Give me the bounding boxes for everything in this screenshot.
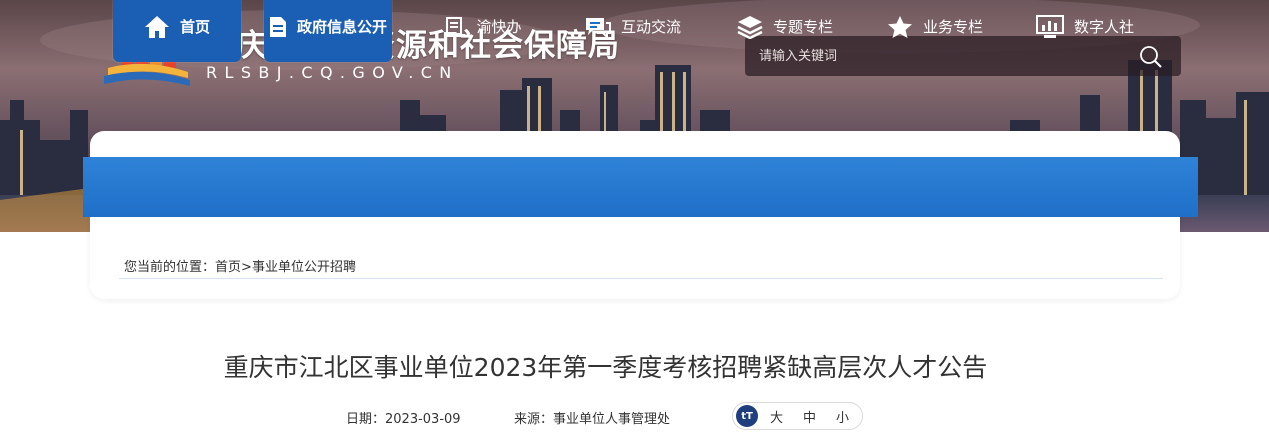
nav-item-interaction[interactable]: 互动交流 bbox=[568, 0, 698, 62]
source-label: 来源： bbox=[514, 412, 554, 427]
site-domain: RLSBJ.CQ.GOV.CN bbox=[206, 63, 459, 82]
breadcrumb-current-link[interactable]: 事业单位公开招聘 bbox=[252, 260, 356, 275]
nav-item-business[interactable]: 业务专栏 bbox=[870, 0, 1000, 62]
nav-item-yukuaiban[interactable]: 渝快办 bbox=[418, 0, 548, 62]
main-nav bbox=[83, 157, 1198, 217]
breadcrumb-separator: > bbox=[241, 260, 252, 275]
layers-icon bbox=[737, 15, 763, 39]
chat-icon bbox=[585, 17, 611, 38]
font-small-button[interactable]: 小 bbox=[836, 407, 849, 426]
nav-item-topics[interactable]: 专题专栏 bbox=[720, 0, 850, 62]
nav-label: 业务专栏 bbox=[922, 18, 983, 36]
nav-label: 政府信息公开 bbox=[296, 18, 387, 36]
document-icon bbox=[269, 16, 286, 37]
star-icon bbox=[887, 15, 912, 38]
date-value: 2023-03-09 bbox=[385, 412, 461, 427]
date-label: 日期： bbox=[346, 412, 386, 427]
breadcrumb-prefix: 您当前的位置： bbox=[124, 260, 216, 275]
nav-item-digital[interactable]: 数字人社 bbox=[1020, 0, 1150, 62]
article-date: 日期：2023-03-09 bbox=[346, 408, 461, 427]
nav-label: 专题专栏 bbox=[772, 18, 833, 36]
home-icon bbox=[144, 15, 169, 38]
font-large-button[interactable]: 大 bbox=[770, 407, 783, 426]
nav-label: 互动交流 bbox=[620, 18, 681, 36]
font-size-switcher: tT 大 中 小 bbox=[732, 402, 863, 430]
article-source: 来源：事业单位人事管理处 bbox=[514, 408, 670, 427]
nav-item-home[interactable]: 首页 bbox=[113, 0, 241, 62]
nav-label: 首页 bbox=[179, 18, 210, 36]
breadcrumb-home-link[interactable]: 首页 bbox=[215, 260, 241, 275]
nav-label: 渝快办 bbox=[476, 18, 522, 36]
article-title: 重庆市江北区事业单位2023年第一季度考核招聘紧缺高层次人才公告 bbox=[223, 353, 988, 382]
book-icon bbox=[445, 16, 466, 37]
source-value: 事业单位人事管理处 bbox=[553, 412, 671, 427]
monitor-chart-icon bbox=[1035, 14, 1064, 38]
nav-label: 数字人社 bbox=[1073, 18, 1134, 36]
font-medium-button[interactable]: 中 bbox=[803, 407, 816, 426]
font-size-icon: tT bbox=[736, 405, 758, 427]
breadcrumb-divider bbox=[119, 278, 1163, 279]
breadcrumb: 您当前的位置：首页>事业单位公开招聘 bbox=[124, 256, 356, 275]
nav-item-gov-info[interactable]: 政府信息公开 bbox=[264, 0, 392, 62]
